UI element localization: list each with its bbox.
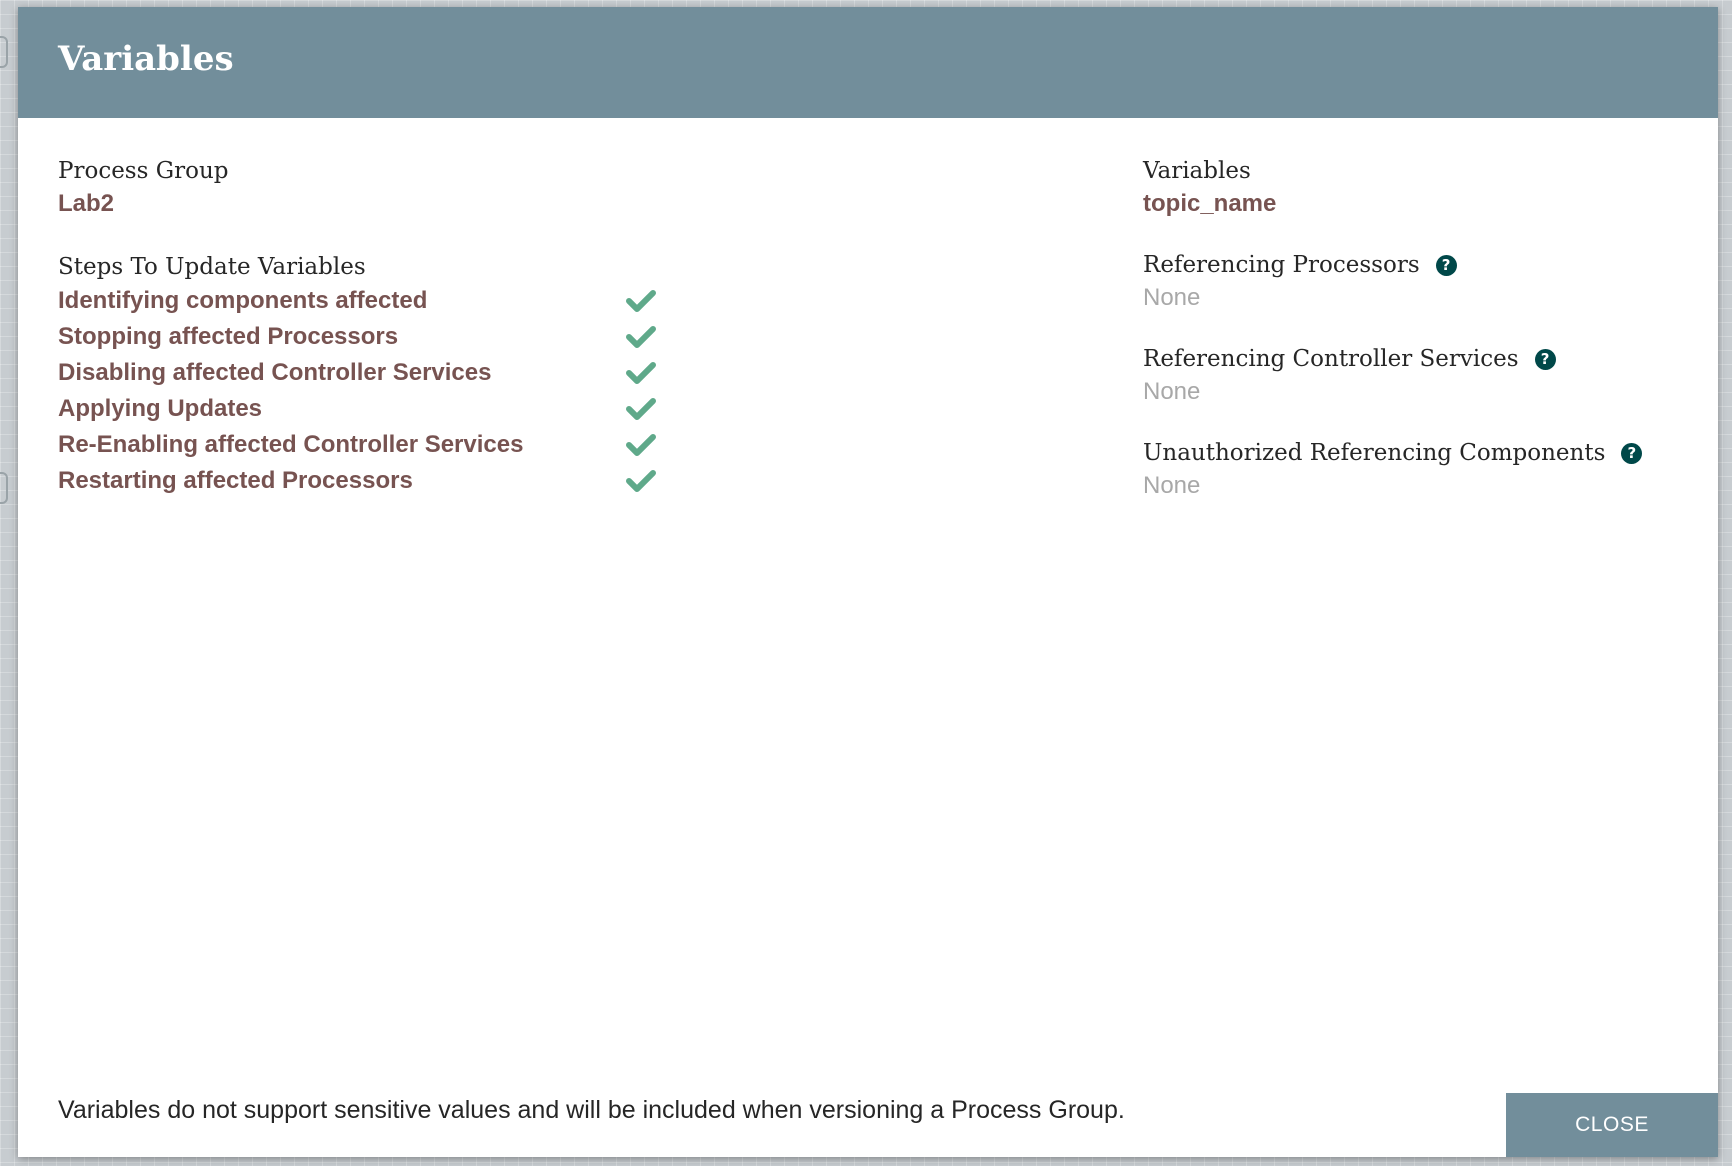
referencing-processors-section: Referencing Processors ? None	[1143, 249, 1703, 315]
step-label: Restarting affected Processors	[58, 467, 413, 494]
question-circle-icon[interactable]: ?	[1435, 254, 1457, 276]
variable-name-value: topic_name	[1143, 190, 1277, 217]
check-icon	[626, 470, 656, 492]
unauthorized-referencing-components-section: Unauthorized Referencing Components ? No…	[1143, 437, 1703, 503]
referencing-processors-label: Referencing Processors	[1143, 252, 1420, 278]
step-item: Re-Enabling affected Controller Services	[58, 427, 718, 463]
step-label: Disabling affected Controller Services	[58, 359, 492, 386]
variables-section: Variables topic_name	[1143, 155, 1703, 221]
step-item: Disabling affected Controller Services	[58, 355, 718, 391]
check-icon	[626, 398, 656, 420]
step-label: Applying Updates	[58, 395, 263, 422]
steps-label: Steps To Update Variables	[58, 254, 366, 280]
referencing-processors-value: None	[1143, 284, 1201, 311]
canvas-component-edge	[0, 36, 8, 68]
steps-section: Steps To Update Variables Identifying co…	[58, 251, 718, 499]
dialog-header: Variables	[18, 7, 1718, 118]
step-label: Identifying components affected	[58, 287, 428, 314]
step-item: Applying Updates	[58, 391, 718, 427]
dialog-title: Variables	[58, 39, 234, 79]
check-icon	[626, 362, 656, 384]
steps-list: Identifying components affected Stopping …	[58, 283, 718, 499]
variables-label: Variables	[1143, 158, 1251, 184]
referencing-controller-services-value: None	[1143, 378, 1201, 405]
step-item: Restarting affected Processors	[58, 463, 718, 499]
question-circle-icon[interactable]: ?	[1621, 442, 1643, 464]
step-label: Re-Enabling affected Controller Services	[58, 431, 524, 458]
check-icon	[626, 434, 656, 456]
step-label: Stopping affected Processors	[58, 323, 399, 350]
left-column: Process Group Lab2 Steps To Update Varia…	[58, 155, 718, 529]
unauthorized-referencing-components-value: None	[1143, 472, 1201, 499]
check-icon	[626, 326, 656, 348]
step-item: Stopping affected Processors	[58, 319, 718, 355]
right-column: Variables topic_name Referencing Process…	[1143, 155, 1703, 531]
process-group-label: Process Group	[58, 158, 229, 184]
referencing-controller-services-label: Referencing Controller Services	[1143, 346, 1519, 372]
variables-dialog: Variables Process Group Lab2 Steps To Up…	[18, 7, 1718, 1157]
check-icon	[626, 290, 656, 312]
referencing-processors-heading: Referencing Processors ?	[1143, 249, 1703, 281]
close-button[interactable]: CLOSE	[1506, 1093, 1718, 1157]
step-item: Identifying components affected	[58, 283, 718, 319]
referencing-controller-services-section: Referencing Controller Services ? None	[1143, 343, 1703, 409]
sensitive-values-note: Variables do not support sensitive value…	[58, 1096, 1125, 1124]
canvas-component-edge	[0, 472, 8, 504]
referencing-controller-services-heading: Referencing Controller Services ?	[1143, 343, 1703, 375]
process-group-value: Lab2	[58, 190, 115, 217]
unauthorized-referencing-components-heading: Unauthorized Referencing Components ?	[1143, 437, 1703, 469]
question-circle-icon[interactable]: ?	[1534, 348, 1556, 370]
process-group-section: Process Group Lab2	[58, 155, 718, 221]
unauthorized-referencing-components-label: Unauthorized Referencing Components	[1143, 440, 1606, 466]
